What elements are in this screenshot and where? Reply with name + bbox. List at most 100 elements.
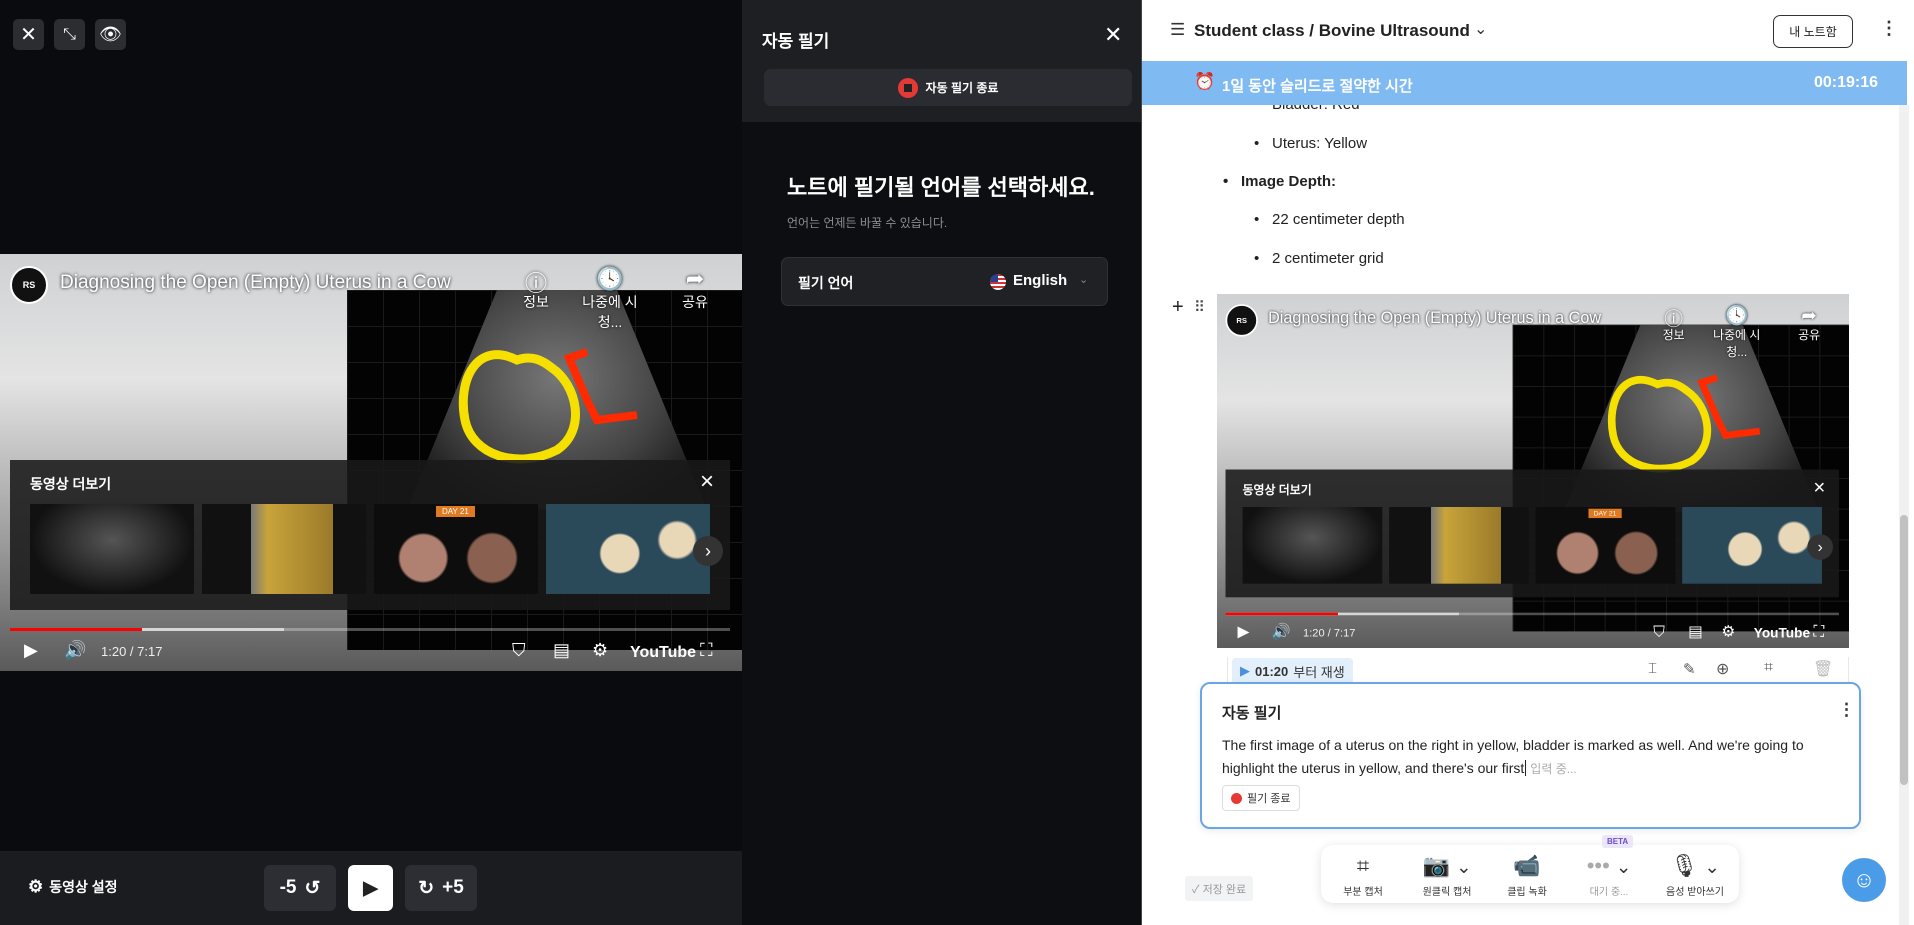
clock-icon: 🕓: [1725, 304, 1749, 326]
close-icon[interactable]: ×: [700, 468, 714, 496]
alarm-clock-icon: ⏰: [1194, 72, 1216, 91]
text-extract-icon[interactable]: ⌶: [1648, 660, 1657, 677]
channel-logo[interactable]: RS: [1225, 304, 1258, 337]
video-thumbnail[interactable]: DAY 21: [1535, 507, 1676, 584]
time-saved-banner: ⏰ 1일 동안 슬리드로 절약한 시간 00:19:16: [1142, 61, 1907, 105]
video-thumbnail[interactable]: [202, 504, 366, 594]
embedded-youtube-player[interactable]: RS Diagnosing the Open (Empty) Uterus in…: [1217, 294, 1849, 648]
play-from-button[interactable]: ▶ 01:20 부터 재생: [1232, 658, 1353, 684]
play-icon[interactable]: ▶: [24, 640, 38, 661]
youtube-logo[interactable]: YouTube: [630, 644, 696, 662]
language-select[interactable]: 필기 언어 English ⌄: [781, 257, 1108, 306]
list-icon[interactable]: ☰: [1170, 20, 1185, 40]
play-button[interactable]: ▶: [348, 865, 393, 911]
captions-icon[interactable]: ▤: [553, 640, 570, 661]
share-button[interactable]: ➦ 공유: [1779, 304, 1839, 343]
stop-auto-note-button[interactable]: 자동 필기 종료: [764, 69, 1132, 106]
fullscreen-icon[interactable]: ⛶: [700, 640, 713, 661]
progress-bar[interactable]: [1225, 612, 1839, 616]
breadcrumb[interactable]: Student class / Bovine Ultrasound: [1194, 21, 1470, 41]
auto-note-box: 자동 필기 ⋮ The first image of a uterus on t…: [1200, 682, 1861, 829]
close-button[interactable]: ✕: [13, 19, 44, 50]
more-videos-overlay: 동영상 더보기 × DAY 21 ›: [10, 460, 730, 610]
played-bar: [1225, 612, 1338, 616]
captions-icon[interactable]: ▤: [1688, 623, 1702, 641]
more-videos-overlay: 동영상 더보기 × DAY 21 ›: [1225, 469, 1839, 598]
time-display: 1:20 / 7:17: [101, 644, 163, 659]
youtube-player[interactable]: RS Diagnosing the Open (Empty) Uterus in…: [0, 254, 742, 671]
eye-button[interactable]: 👁: [95, 19, 126, 50]
play-icon: ▶: [363, 877, 378, 899]
info-icon: ⓘ: [524, 271, 547, 296]
next-arrow-button[interactable]: ›: [1807, 534, 1833, 560]
language-subtext: 언어는 언제든 바꿀 수 있습니다.: [787, 216, 948, 230]
trash-icon[interactable]: 🗑: [1813, 659, 1833, 679]
embedded-video-block: RS Diagnosing the Open (Empty) Uterus in…: [1217, 294, 1849, 648]
auto-note-title: 자동 필기: [1222, 705, 1282, 722]
video-thumbnail[interactable]: [1242, 507, 1383, 584]
rewind-5-button[interactable]: -5 ↺: [264, 865, 336, 911]
share-button[interactable]: ➦ 공유: [660, 266, 730, 312]
shield-icon[interactable]: ⛉: [1653, 623, 1665, 641]
watch-later-button[interactable]: 🕓 나중에 시청...: [575, 266, 645, 332]
close-icon[interactable]: ✕: [1104, 22, 1122, 48]
more-menu-icon[interactable]: ⋮: [1838, 700, 1855, 720]
chat-support-button[interactable]: ☺: [1842, 858, 1886, 902]
note-panel: ☰ Student class / Bovine Ultrasound ⌄ 내 …: [1141, 0, 1914, 925]
video-thumbnail[interactable]: [1389, 507, 1529, 584]
my-notes-button[interactable]: 내 노트함: [1773, 15, 1853, 48]
volume-icon[interactable]: 🔊: [1272, 623, 1291, 641]
fullscreen-icon[interactable]: ⛶: [1813, 623, 1824, 641]
crop-icon[interactable]: ⌗: [1764, 659, 1773, 677]
one-click-capture-button[interactable]: 📷 ⌄ 원클릭 캡처: [1411, 853, 1483, 898]
video-panel: ✕ ⤡ 👁 RS Diagnosing the Open (Empty) Ute…: [0, 0, 742, 925]
partial-capture-button[interactable]: ⌗ 부분 캡처: [1327, 853, 1399, 898]
scrollbar-thumb[interactable]: [1900, 515, 1908, 785]
more-videos-title: 동영상 더보기: [1242, 483, 1312, 497]
pencil-icon[interactable]: ✎: [1683, 660, 1696, 678]
progress-bar[interactable]: [10, 628, 730, 631]
share-icon: ➦: [1801, 304, 1817, 326]
info-button[interactable]: ⓘ 정보: [501, 266, 571, 312]
volume-icon[interactable]: 🔊: [64, 640, 86, 661]
capture-toolbar: ⌗ 부분 캡처 📷 ⌄ 원클릭 캡처 📹 클립 녹화 BETA ••• ⌄ 대기 중..…: [1321, 835, 1739, 903]
info-icon: ⓘ: [1664, 308, 1684, 330]
shield-icon[interactable]: ⛉: [512, 640, 526, 661]
forward-5-button[interactable]: ↻ +5: [405, 865, 477, 911]
time-display: 1:20 / 7:17: [1303, 626, 1356, 640]
watch-later-button[interactable]: 🕓 나중에 시청...: [1707, 304, 1767, 360]
chevron-down-icon[interactable]: ⌄: [1474, 19, 1487, 39]
auto-note-text[interactable]: The first image of a uterus on the right…: [1222, 734, 1847, 781]
expand-button[interactable]: ⤡: [54, 19, 85, 50]
video-title[interactable]: Diagnosing the Open (Empty) Uterus in a …: [1268, 309, 1601, 328]
info-button[interactable]: ⓘ 정보: [1644, 304, 1704, 343]
scrollbar[interactable]: [1899, 105, 1909, 925]
video-settings-button[interactable]: ⚙ 동영상 설정: [28, 877, 118, 897]
add-block-icon[interactable]: +: [1172, 296, 1184, 319]
youtube-logo[interactable]: YouTube: [1754, 626, 1810, 641]
video-thumbnail[interactable]: DAY 21: [374, 504, 538, 594]
microphone-icon: 🎙 ⌄: [1670, 853, 1720, 878]
clip-record-button[interactable]: 📹 클립 녹화: [1491, 853, 1563, 898]
camera-icon: 📷 ⌄: [1422, 853, 1472, 878]
play-icon[interactable]: ▶: [1237, 623, 1249, 641]
stop-note-button[interactable]: 필기 종료: [1222, 785, 1300, 811]
gear-icon[interactable]: ⚙: [1721, 623, 1735, 641]
zoom-in-icon[interactable]: ⊕: [1716, 659, 1729, 679]
played-bar: [10, 628, 142, 631]
more-menu-icon[interactable]: ⋮: [1880, 18, 1898, 39]
video-thumbnail[interactable]: [30, 504, 194, 594]
next-arrow-button[interactable]: ›: [693, 536, 723, 566]
video-thumbnail[interactable]: [1682, 507, 1822, 584]
close-icon[interactable]: ×: [1813, 476, 1825, 500]
more-videos-title: 동영상 더보기: [30, 476, 112, 492]
drag-handle-icon[interactable]: ⠿: [1194, 298, 1205, 316]
gear-icon[interactable]: ⚙: [592, 640, 608, 661]
voice-dictation-button[interactable]: 🎙 ⌄ 음성 받아쓰기: [1659, 853, 1731, 898]
stop-icon: [897, 77, 918, 98]
language-heading: 노트에 필기될 언어를 선택하세요.: [787, 175, 1095, 200]
waiting-button[interactable]: ••• ⌄ 대기 중...: [1573, 853, 1645, 898]
video-title[interactable]: Diagnosing the Open (Empty) Uterus in a …: [60, 272, 451, 294]
channel-logo[interactable]: RS: [10, 266, 48, 304]
video-thumbnail[interactable]: [546, 504, 710, 594]
